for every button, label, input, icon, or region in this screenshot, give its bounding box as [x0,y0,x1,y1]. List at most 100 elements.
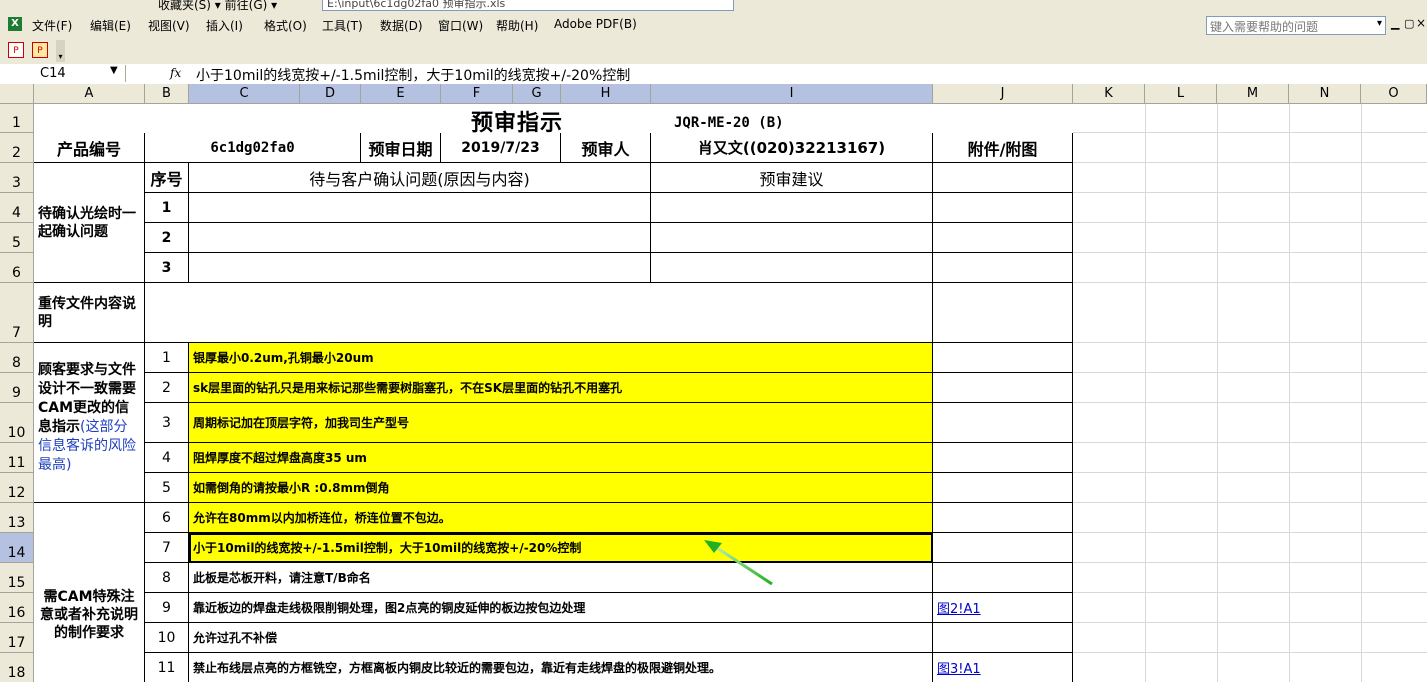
column-header-l[interactable]: L [1145,84,1217,104]
item-seq[interactable]: 10 [145,623,189,653]
row-header-1[interactable]: 1 [0,104,34,133]
attachment-cell[interactable] [933,623,1073,653]
row-header-2[interactable]: 2 [0,133,34,163]
name-box-dropdown-icon[interactable]: ▼ [110,65,118,76]
confirm-suggest-1[interactable] [651,193,933,223]
row-header-9[interactable]: 9 [0,373,34,403]
column-header-f[interactable]: F [441,84,513,104]
confirm-seq-2[interactable]: 2 [145,223,189,253]
attachment-link[interactable]: 图2!A1 [937,598,981,617]
column-header-i[interactable]: I [651,84,933,104]
menu-edit[interactable]: 编辑(E) [90,17,131,34]
item-text[interactable]: 允许过孔不补偿 [189,623,933,653]
window-restore-icon[interactable]: ▢ [1404,17,1414,30]
review-date-value[interactable]: 2019/7/23 [441,133,561,163]
reviewer-value[interactable]: 肖又文((020)32213167) [651,133,933,163]
column-header-h[interactable]: H [561,84,651,104]
attachment-cell[interactable] [933,563,1073,593]
product-no-value[interactable]: 6c1dg02fa0 [145,133,361,163]
attachment-cell[interactable] [933,163,1073,193]
confirm-suggest-2[interactable] [651,223,933,253]
confirm-section-label[interactable]: 待确认光绘时一起确认问题 [34,163,145,283]
row-header-17[interactable]: 17 [0,623,34,653]
item-seq[interactable]: 8 [145,563,189,593]
confirm-seq-1[interactable]: 1 [145,193,189,223]
attachment-cell[interactable] [933,533,1073,563]
item-text[interactable]: 允许在80mm以内加桥连位，桥连位置不包边。 [189,503,933,533]
column-header-g[interactable]: G [513,84,561,104]
menu-file[interactable]: 文件(F) [32,17,72,34]
confirm-issue-3[interactable] [189,253,651,283]
item-text[interactable]: 靠近板边的焊盘走线极限削铜处理，图2点亮的铜皮延伸的板边按包边处理 [189,593,933,623]
address-bar[interactable]: E:\input\6c1dg02fa0 预审指示.xls [322,0,734,11]
column-header-k[interactable]: K [1073,84,1145,104]
confirm-seq-3[interactable]: 3 [145,253,189,283]
column-header-e[interactable]: E [361,84,441,104]
resend-content[interactable] [145,283,933,343]
window-minimize-icon[interactable]: ▁ [1391,17,1399,30]
item-seq[interactable]: 9 [145,593,189,623]
pdf-convert-icon[interactable]: P [8,42,24,58]
seq-header[interactable]: 序号 [145,163,189,193]
item-seq[interactable]: 7 [145,533,189,563]
attachment-cell[interactable] [933,403,1073,443]
column-header-n[interactable]: N [1289,84,1361,104]
name-box[interactable]: C14 ▼ [0,65,126,82]
item-seq[interactable]: 4 [145,443,189,473]
column-header-m[interactable]: M [1217,84,1289,104]
row-header-4[interactable]: 4 [0,193,34,223]
item-seq[interactable]: 1 [145,343,189,373]
spreadsheet-grid[interactable]: ABCDEFGHIJKLMNO 1 2 3 4 5 6 7 8 9 10 11 12 13 14 15 16 1… [0,84,1427,682]
item-text[interactable]: 小于10mil的线宽按+/-1.5mil控制，大于10mil的线宽按+/-20%… [189,533,933,563]
menu-view[interactable]: 视图(V) [148,17,190,34]
review-date-label[interactable]: 预审日期 [361,133,441,163]
menu-help[interactable]: 帮助(H) [496,17,538,34]
help-dropdown-icon[interactable]: ▾ [1377,18,1382,29]
item-text[interactable]: sk层里面的钻孔只是用来标记那些需要树脂塞孔，不在SK层里面的钻孔不用塞孔 [189,373,933,403]
pdf-email-icon[interactable]: P [32,42,48,58]
special-section-label[interactable]: 需CAM特殊注意或者补充说明的制作要求 [34,503,145,682]
toolbar-options-icon[interactable]: ▾ [56,40,65,62]
row-header-3[interactable]: 3 [0,163,34,193]
confirm-issue-2[interactable] [189,223,651,253]
attachment-cell[interactable] [933,473,1073,503]
confirm-suggest-3[interactable] [651,253,933,283]
attachment-cell[interactable] [933,443,1073,473]
row-header-7[interactable]: 7 [0,283,34,343]
row-header-10[interactable]: 10 [0,403,34,443]
attachment-cell[interactable] [933,223,1073,253]
item-text[interactable]: 此板是芯板开料，请注意T/B命名 [189,563,933,593]
attachment-link[interactable]: 图3!A1 [937,658,981,677]
row-header-12[interactable]: 12 [0,473,34,503]
row-header-14[interactable]: 14 [0,533,34,563]
confirm-issue-1[interactable] [189,193,651,223]
attachment-cell[interactable] [933,343,1073,373]
item-text[interactable]: 银厚最小0.2um,孔铜最小20um [189,343,933,373]
row-header-5[interactable]: 5 [0,223,34,253]
attachment-cell[interactable] [933,503,1073,533]
column-header-j[interactable]: J [933,84,1073,104]
attachment-cell[interactable] [933,373,1073,403]
function-icon[interactable]: fx [170,66,181,80]
menu-tools[interactable]: 工具(T) [322,17,363,34]
item-seq[interactable]: 5 [145,473,189,503]
attachment-cell[interactable]: 图3!A1 [933,653,1073,682]
resend-label[interactable]: 重传文件内容说明 [34,283,145,343]
item-seq[interactable]: 6 [145,503,189,533]
menu-insert[interactable]: 插入(I) [206,17,243,34]
menu-window[interactable]: 窗口(W) [438,17,483,34]
item-text[interactable]: 阻焊厚度不超过焊盘高度35 um [189,443,933,473]
menu-format[interactable]: 格式(O) [264,17,307,34]
attachment-cell[interactable] [933,193,1073,223]
item-seq[interactable]: 11 [145,653,189,682]
row-header-6[interactable]: 6 [0,253,34,283]
item-text[interactable]: 周期标记加在顶层字符，加我司生产型号 [189,403,933,443]
suggestion-header[interactable]: 预审建议 [651,163,933,193]
mismatch-section-label[interactable]: 顾客要求与文件设计不一致需要CAM更改的信息指示(这部分信息客诉的风险最高) [34,343,145,503]
row-header-13[interactable]: 13 [0,503,34,533]
row-header-18[interactable]: 18 [0,653,34,682]
column-header-d[interactable]: D [300,84,361,104]
item-text[interactable]: 禁止布线层点亮的方框铣空，方框离板内铜皮比较近的需要包边，靠近有走线焊盘的极限避… [189,653,933,682]
menu-adobe-pdf[interactable]: Adobe PDF(B) [554,17,637,31]
column-header-a[interactable]: A [34,84,145,104]
